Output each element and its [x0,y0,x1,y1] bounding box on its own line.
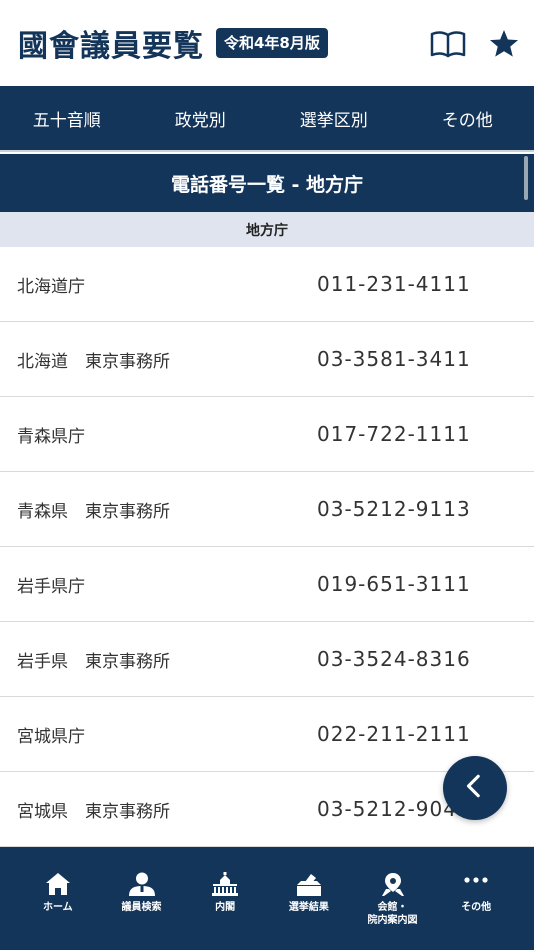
nav-label: 内閣 [215,902,236,913]
phone-number[interactable]: 022-211-2111 [317,722,471,746]
nav-label: その他 [461,902,492,913]
phone-number[interactable]: 017-722-1111 [317,422,471,446]
phone-number[interactable]: 019-651-3111 [317,572,471,596]
tab-district[interactable]: 選挙区別 [267,106,401,131]
nav-building-map[interactable]: 会館・ 院内案内図 [351,847,435,950]
nav-label: 議員検索 [121,902,162,913]
phone-number[interactable]: 011-231-4111 [317,272,471,296]
diet-building-icon [211,871,239,897]
app-header: 國會議員要覧 令和4年8月版 [0,0,534,86]
nav-home[interactable]: ホーム [16,847,100,950]
list-item[interactable]: 北海道 東京事務所 03-3581-3411 [0,322,534,397]
home-icon [44,871,72,897]
nav-label: ホーム [42,902,73,913]
office-name: 北海道庁 [17,276,85,297]
list-item[interactable]: 岩手県庁 019-651-3111 [0,547,534,622]
list-item[interactable]: 青森県 東京事務所 03-5212-9113 [0,472,534,547]
list-item[interactable]: 青森県庁 017-722-1111 [0,397,534,472]
nav-more[interactable]: その他 [434,847,518,950]
list-item[interactable]: 北海道庁 011-231-4111 [0,247,534,322]
scrollbar-thumb[interactable] [524,156,528,200]
list-item[interactable]: 岩手県 東京事務所 03-3524-8316 [0,622,534,697]
person-icon [128,871,156,897]
edition-badge: 令和4年8月版 [216,28,328,58]
office-name: 青森県 東京事務所 [17,501,170,522]
section-title: 電話番号一覧 - 地方庁 [0,154,534,212]
ballot-box-icon [295,871,323,897]
bottom-navigation: ホーム 議員検索 内閣 選挙結果 会館・ 院内案内図 その他 [0,847,534,950]
office-name: 北海道 東京事務所 [17,351,170,372]
office-name: 宮城県 東京事務所 [17,801,170,822]
list-item[interactable]: 宮城県庁 022-211-2111 [0,697,534,772]
phone-number[interactable]: 03-5212-9113 [317,497,471,521]
chevron-left-icon [462,773,488,803]
tab-gojuon[interactable]: 五十音順 [0,106,134,131]
office-name: 岩手県庁 [17,576,85,597]
back-button[interactable] [443,756,507,820]
phone-number[interactable]: 03-3524-8316 [317,647,471,671]
office-name: 岩手県 東京事務所 [17,651,170,672]
nav-election-results[interactable]: 選挙結果 [267,847,351,950]
nav-label: 選挙結果 [288,902,329,913]
book-icon[interactable] [428,26,468,62]
list-subheader: 地方庁 [0,212,534,247]
phone-list: 北海道庁 011-231-4111 北海道 東京事務所 03-3581-3411… [0,247,534,847]
nav-member-search[interactable]: 議員検索 [100,847,184,950]
phone-number[interactable]: 03-3581-3411 [317,347,471,371]
app-title: 國會議員要覧 [18,29,204,64]
nav-cabinet[interactable]: 内閣 [183,847,267,950]
tab-other[interactable]: その他 [401,106,534,131]
nav-label: 会館・ 院内案内図 [367,902,418,926]
more-icon [462,871,490,897]
top-tab-bar: 五十音順 政党別 選挙区別 その他 [0,86,534,152]
office-name: 宮城県庁 [17,726,85,747]
tab-party[interactable]: 政党別 [134,106,268,131]
star-icon[interactable] [484,26,524,62]
map-pin-icon [379,871,407,897]
app-screen: 國會議員要覧 令和4年8月版 五十音順 政党別 選挙区別 その他 電話番号一覧 … [0,0,534,950]
office-name: 青森県庁 [17,426,85,447]
